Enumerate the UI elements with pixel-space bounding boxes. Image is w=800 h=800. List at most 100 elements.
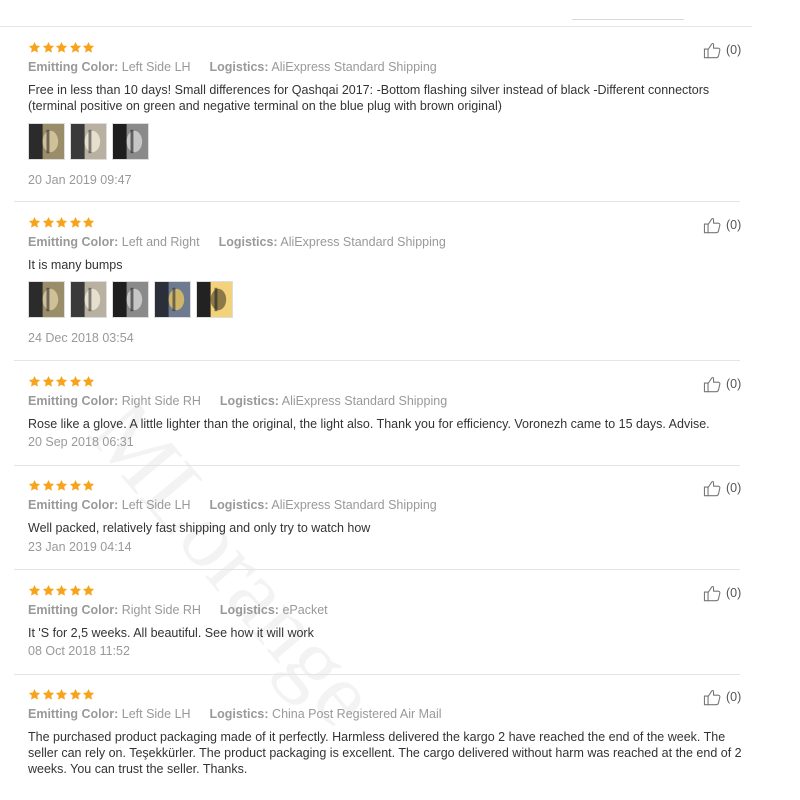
star-icon	[28, 584, 41, 597]
emitting-color-value: Left Side LH	[121, 498, 191, 512]
star-rating	[28, 688, 96, 702]
review-photo-thumbnail[interactable]	[154, 281, 191, 318]
emitting-color-label: Emitting Color:	[28, 60, 119, 74]
thumbs-up-icon	[703, 479, 723, 497]
emitting-color-value: Left and Right	[121, 235, 200, 249]
helpful-button[interactable]: (0)	[703, 41, 741, 59]
review-photo-thumbnail[interactable]	[28, 123, 65, 160]
emitting-color-value: Right Side RH	[121, 394, 201, 408]
helpful-count: (0)	[726, 586, 742, 600]
review-photos	[28, 123, 154, 160]
emitting-color-label: Emitting Color:	[28, 498, 119, 512]
star-icon	[42, 584, 55, 597]
logistics-label: Logistics:	[218, 235, 278, 249]
star-icon	[55, 688, 68, 701]
review-text: It is many bumps	[28, 258, 123, 272]
review-divider	[14, 360, 740, 361]
review-text: Rose like a glove. A little lighter than…	[28, 417, 710, 431]
logistics-label: Logistics:	[209, 498, 269, 512]
helpful-count: (0)	[726, 690, 742, 704]
star-icon	[42, 688, 55, 701]
star-icon	[82, 216, 95, 229]
review-text: The purchased product packaging made of …	[28, 730, 742, 776]
star-icon	[82, 375, 95, 388]
star-icon	[69, 584, 82, 597]
logistics-label: Logistics:	[219, 394, 279, 408]
helpful-count: (0)	[726, 43, 742, 57]
review-meta: Emitting Color: Left and Right Logistics…	[28, 235, 446, 249]
review-photo-thumbnail[interactable]	[112, 123, 149, 160]
review-date: 20 Sep 2018 06:31	[28, 435, 134, 449]
star-icon	[55, 479, 68, 492]
top-divider	[0, 26, 752, 27]
helpful-button[interactable]: (0)	[703, 375, 741, 393]
thumbs-up-icon	[703, 688, 723, 706]
star-icon	[55, 216, 68, 229]
emitting-color-label: Emitting Color:	[28, 394, 119, 408]
review-photo-thumbnail[interactable]	[70, 123, 107, 160]
star-icon	[55, 41, 68, 54]
helpful-button[interactable]: (0)	[703, 584, 741, 602]
review-photo-thumbnail[interactable]	[112, 281, 149, 318]
star-icon	[28, 41, 41, 54]
review-meta: Emitting Color: Left Side LH Logistics: …	[28, 60, 437, 74]
helpful-count: (0)	[726, 218, 742, 232]
helpful-button[interactable]: (0)	[703, 216, 741, 234]
star-rating	[28, 41, 96, 55]
star-rating	[28, 375, 96, 389]
star-icon	[42, 479, 55, 492]
star-rating	[28, 479, 96, 493]
star-icon	[28, 479, 41, 492]
star-icon	[69, 479, 82, 492]
helpful-button[interactable]: (0)	[703, 688, 741, 706]
star-icon	[82, 479, 95, 492]
review-divider	[14, 201, 740, 202]
star-icon	[69, 41, 82, 54]
star-rating	[28, 216, 96, 230]
star-icon	[69, 375, 82, 388]
helpful-button[interactable]: (0)	[703, 479, 741, 497]
review-text: Well packed, relatively fast shipping an…	[28, 521, 371, 535]
logistics-label: Logistics:	[219, 603, 279, 617]
emitting-color-value: Right Side RH	[121, 603, 201, 617]
star-icon	[69, 216, 82, 229]
logistics-value: AliExpress Standard Shipping	[271, 60, 437, 74]
helpful-count: (0)	[726, 377, 742, 391]
logistics-value: China Post Registered Air Mail	[272, 707, 442, 721]
star-icon	[42, 41, 55, 54]
review-text: It 'S for 2,5 weeks. All beautiful. See …	[28, 626, 314, 640]
top-divider-faint	[572, 19, 684, 20]
logistics-value: AliExpress Standard Shipping	[271, 498, 437, 512]
thumbs-up-icon	[703, 584, 723, 602]
star-icon	[28, 688, 41, 701]
star-icon	[82, 688, 95, 701]
review-divider	[14, 674, 740, 675]
thumbs-up-icon	[703, 41, 723, 59]
review-photo-thumbnail[interactable]	[70, 281, 107, 318]
emitting-color-label: Emitting Color:	[28, 707, 119, 721]
logistics-value: AliExpress Standard Shipping	[281, 394, 448, 408]
logistics-value: ePacket	[282, 603, 328, 617]
review-meta: Emitting Color: Left Side LH Logistics: …	[28, 707, 442, 721]
star-icon	[28, 216, 41, 229]
star-icon	[55, 584, 68, 597]
star-icon	[42, 375, 55, 388]
star-icon	[82, 584, 95, 597]
star-icon	[69, 688, 82, 701]
star-icon	[42, 216, 55, 229]
review-photo-thumbnail[interactable]	[28, 281, 65, 318]
logistics-label: Logistics:	[209, 60, 269, 74]
star-icon	[28, 375, 41, 388]
review-text: Free in less than 10 days! Small differe…	[28, 83, 710, 113]
review-meta: Emitting Color: Right Side RH Logistics:…	[28, 603, 328, 617]
review-meta: Emitting Color: Right Side RH Logistics:…	[28, 394, 447, 408]
review-photo-thumbnail[interactable]	[196, 281, 233, 318]
review-date: 08 Oct 2018 11:52	[28, 644, 130, 658]
review-meta: Emitting Color: Left Side LH Logistics: …	[28, 498, 437, 512]
thumbs-up-icon	[703, 375, 723, 393]
review-date: 20 Jan 2019 09:47	[28, 173, 132, 187]
review-date: 24 Dec 2018 03:54	[28, 331, 134, 345]
star-icon	[55, 375, 68, 388]
emitting-color-label: Emitting Color:	[28, 235, 119, 249]
emitting-color-label: Emitting Color:	[28, 603, 119, 617]
